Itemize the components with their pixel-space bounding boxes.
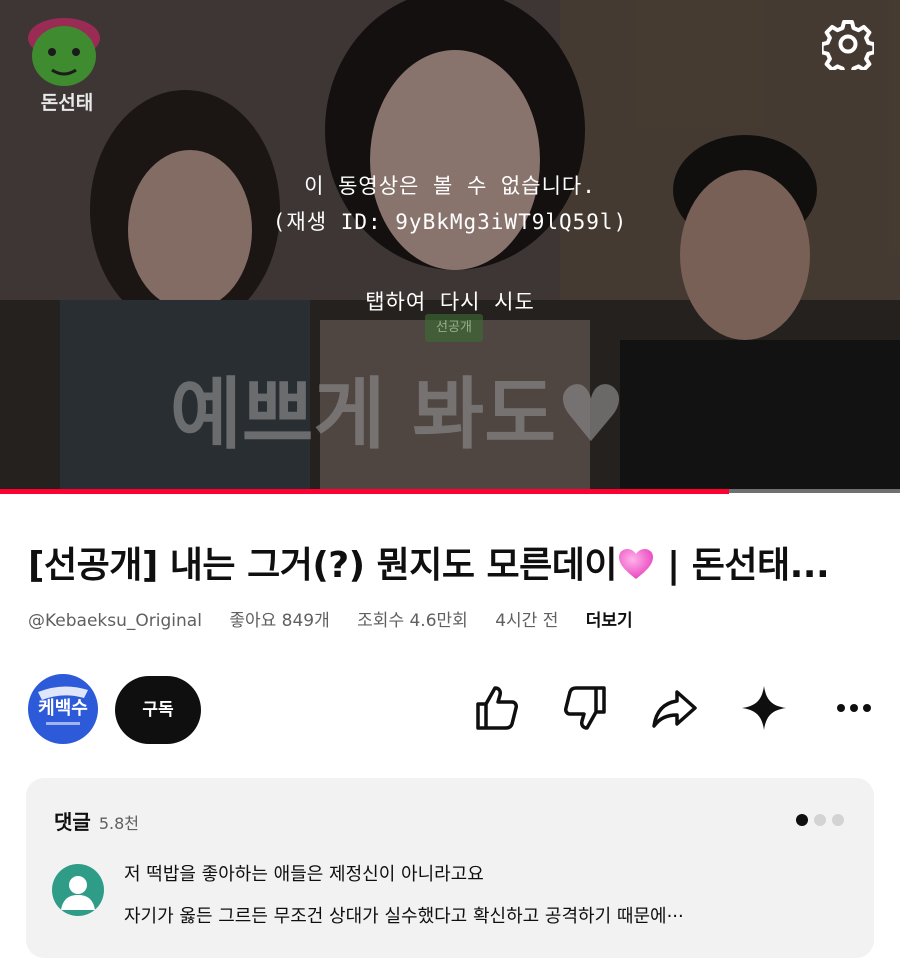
default-user-icon — [61, 876, 95, 910]
video-title-suffix: | 돈선태... — [655, 545, 830, 586]
playback-id: (재생 ID: 9yBkMg3iWT9lQ59l) — [272, 210, 628, 234]
comments-panel[interactable]: 댓글 5.8천 저 떡밥을 좋아하는 애들은 제정신이 아니라고요 자기가 옳든 … — [26, 778, 874, 958]
video-player[interactable]: 돈선태 선공개 예쁘게 봐도♥ 이 동영상은 볼 수 없습니다. (재생 ID:… — [0, 0, 900, 493]
pink-heart-icon — [619, 549, 654, 579]
share-icon[interactable] — [649, 682, 701, 734]
channel-watermark-text: 돈선태 — [40, 92, 94, 114]
view-count: 조회수 4.6만회 — [357, 611, 468, 631]
more-link[interactable]: 더보기 — [586, 611, 633, 631]
settings-gear-icon[interactable] — [822, 18, 874, 70]
top-comment-line2: 자기가 옳든 그르든 무조건 상대가 실수했다고 확신하고 공격하기 때문에··… — [124, 906, 684, 927]
pager-dot-active — [796, 814, 808, 826]
pager-dot — [814, 814, 826, 826]
like-icon[interactable] — [470, 682, 522, 734]
more-horizontal-icon[interactable] — [828, 682, 880, 734]
like-count: 좋아요 849개 — [229, 611, 330, 631]
channel-handle[interactable]: @Kebaeksu_Original — [28, 611, 202, 631]
video-meta-row: @Kebaeksu_Original 좋아요 849개 조회수 4.6만회 4시… — [28, 606, 655, 631]
video-caption-text: 예쁘게 봐도♥ — [170, 370, 626, 460]
comments-header: 댓글 5.8천 — [54, 806, 139, 835]
comments-pager — [790, 811, 844, 830]
top-comment-line1: 저 떡밥을 좋아하는 애들은 제정신이 아니라고요 — [124, 864, 484, 885]
channel-avatar[interactable]: 케백수 — [28, 674, 98, 744]
tap-to-retry[interactable]: 탭하여 다시 시도 — [0, 286, 900, 316]
dislike-icon[interactable] — [560, 682, 612, 734]
subscribe-button[interactable]: 구독 — [115, 676, 201, 744]
error-message: 이 동영상은 볼 수 없습니다. — [304, 174, 596, 198]
caption-tag: 선공개 — [425, 314, 483, 342]
commenter-avatar — [52, 864, 104, 916]
comments-title: 댓글 — [54, 810, 91, 834]
sparkle-icon[interactable] — [738, 682, 790, 734]
avatar-text: 케백수 — [38, 698, 88, 719]
video-title[interactable]: [선공개] 내는 그거(?) 뭔지도 모른데이 | 돈선태... — [28, 536, 888, 588]
pager-dot — [832, 814, 844, 826]
upload-time: 4시간 전 — [495, 611, 559, 631]
comments-count: 5.8천 — [98, 814, 139, 833]
video-title-text: [선공개] 내는 그거(?) 뭔지도 모른데이 — [28, 545, 618, 586]
